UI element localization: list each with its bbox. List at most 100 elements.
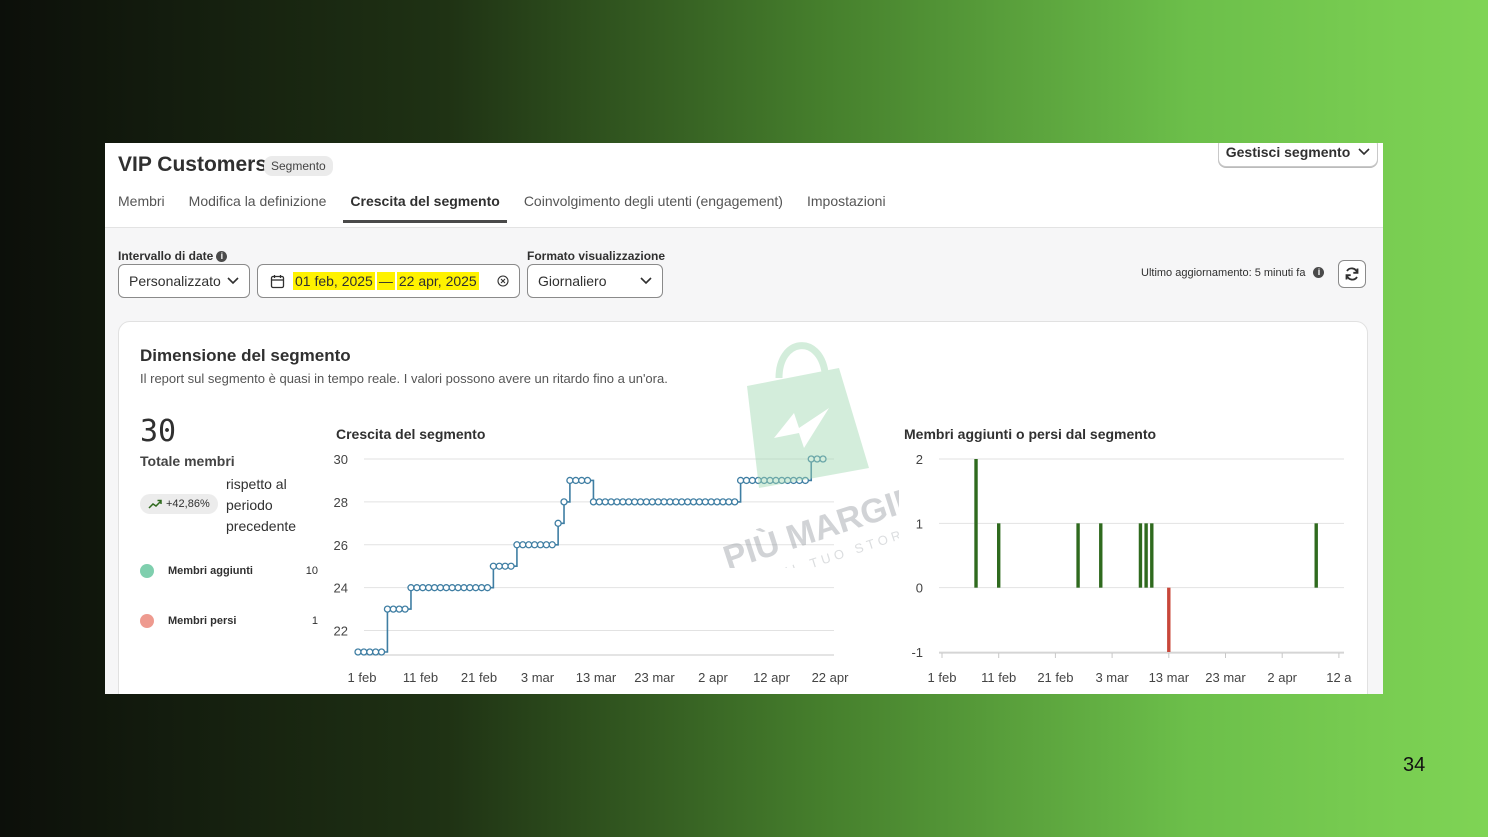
last-update-text: Ultimo aggiornamento: 5 minuti fa — [1141, 267, 1306, 279]
growth-point — [419, 584, 427, 592]
segment-title: VIP Customers — [118, 153, 267, 176]
delta-bar — [997, 523, 1001, 588]
legend-lost-dot — [140, 614, 154, 628]
growth-point — [395, 605, 403, 613]
growth-point — [389, 605, 397, 613]
info-icon[interactable]: i — [1313, 267, 1325, 278]
growth-point — [619, 498, 627, 506]
growth-point — [460, 584, 468, 592]
delta-x-tick: 21 feb — [1037, 670, 1073, 685]
growth-point — [595, 498, 603, 506]
refresh-button[interactable] — [1338, 260, 1366, 288]
growth-point — [636, 498, 645, 506]
growth-point — [501, 562, 509, 570]
date-range-picker[interactable]: 01 feb, 2025 — 22 apr, 2025 — [257, 264, 520, 298]
growth-point — [666, 498, 674, 506]
delta-x-tick: 3 mar — [1095, 670, 1129, 685]
growth-point — [583, 476, 592, 485]
growth-point — [424, 584, 433, 592]
range-preset-select[interactable]: Personalizzato — [118, 264, 250, 298]
tab-impostazioni[interactable]: Impostazioni — [807, 193, 886, 209]
trend-up-icon — [148, 499, 162, 509]
growth-point — [589, 498, 598, 506]
delta-bar — [1314, 523, 1318, 588]
tab-crescita-segmento[interactable]: Crescita del segmento — [343, 193, 508, 223]
growth-point — [660, 498, 668, 506]
growth-y-tick: 28 — [334, 495, 348, 510]
delta-chart-title: Membri aggiunti o persi dal segmento — [904, 426, 1157, 442]
growth-x-tick: 3 mar — [521, 670, 555, 685]
growth-point — [630, 498, 639, 506]
growth-point — [366, 648, 374, 656]
growth-point — [689, 498, 698, 506]
growth-point — [483, 584, 492, 592]
delta-x-tick: 12 a — [1326, 670, 1352, 685]
manage-segment-button[interactable]: Gestisci segmento — [1218, 143, 1378, 167]
growth-point — [495, 562, 503, 570]
last-update: Ultimo aggiornamento: 5 minuti fa i — [1141, 267, 1325, 279]
growth-point — [383, 605, 392, 613]
growth-point — [701, 498, 709, 506]
growth-x-tick: 2 apr — [698, 670, 728, 685]
delta-bar — [1099, 523, 1103, 588]
delta-y-tick: -1 — [911, 645, 923, 660]
growth-point — [536, 541, 545, 549]
delta-x-tick: 1 feb — [928, 670, 957, 685]
growth-point — [477, 584, 486, 592]
growth-point — [513, 541, 521, 549]
delta-x-tick: 2 apr — [1267, 670, 1297, 685]
tab-modifica-definizione[interactable]: Modifica la definizione — [189, 193, 327, 209]
growth-point — [578, 476, 586, 485]
segment-panel: VIP Customers Segmento Gestisci segmento… — [105, 143, 1383, 694]
clear-icon[interactable] — [497, 275, 509, 287]
growth-point — [407, 584, 415, 592]
date-range-label: Intervallo di date i — [118, 249, 228, 263]
growth-point — [542, 541, 551, 549]
info-icon[interactable]: i — [216, 251, 228, 262]
format-label: Formato visualizzazione — [527, 249, 666, 263]
legend-added: Membri aggiunti 10 — [140, 564, 318, 578]
delta-bar — [1167, 587, 1171, 652]
growth-point — [448, 584, 456, 592]
change-value: +42,86% — [166, 498, 210, 510]
delta-x-tick: 23 mar — [1205, 670, 1246, 685]
growth-point — [466, 584, 474, 592]
growth-point — [360, 648, 368, 656]
change-badge: +42,86% — [140, 494, 218, 514]
chevron-down-icon — [227, 277, 239, 285]
growth-point — [707, 498, 715, 506]
manage-segment-label: Gestisci segmento — [1225, 144, 1351, 160]
delta-x-tick: 13 mar — [1149, 670, 1190, 685]
date-end: 22 apr, 2025 — [396, 272, 479, 290]
tab-membri[interactable]: Membri — [118, 193, 165, 209]
segment-header: VIP Customers Segmento Gestisci segmento… — [105, 143, 1383, 228]
growth-x-tick: 21 feb — [461, 670, 497, 685]
chevron-down-icon — [640, 277, 652, 285]
delta-bar — [974, 459, 978, 588]
growth-point — [442, 584, 450, 592]
growth-point — [436, 584, 445, 592]
growth-x-tick: 1 feb — [348, 670, 377, 685]
growth-y-tick: 22 — [334, 624, 348, 639]
growth-point — [678, 498, 686, 506]
card-title: Dimensione del segmento — [140, 346, 351, 365]
format-select[interactable]: Giornaliero — [527, 264, 663, 298]
growth-y-tick: 24 — [334, 581, 348, 596]
growth-point — [625, 498, 633, 506]
delta-bar — [1144, 523, 1148, 588]
tab-coinvolgimento[interactable]: Coinvolgimento degli utenti (engagement) — [524, 193, 783, 209]
growth-point — [507, 562, 515, 570]
total-members-value: 30 — [140, 414, 177, 449]
growth-point — [572, 476, 580, 485]
growth-point — [530, 541, 539, 549]
delta-y-tick: 0 — [916, 581, 923, 596]
date-start: 01 feb, 2025 — [293, 272, 375, 290]
delta-chart: -10121 feb 11 feb 21 feb 3 mar 13 mar 23 mar 2… — [911, 452, 1352, 685]
date-separator: — — [376, 272, 395, 290]
range-preset-value: Personalizzato — [129, 273, 221, 289]
growth-y-tick: 30 — [334, 452, 348, 467]
growth-x-tick: 12 apr — [753, 670, 791, 685]
growth-point — [613, 498, 621, 506]
growth-point — [642, 498, 651, 506]
slide-page-number: 34 — [1403, 754, 1426, 776]
